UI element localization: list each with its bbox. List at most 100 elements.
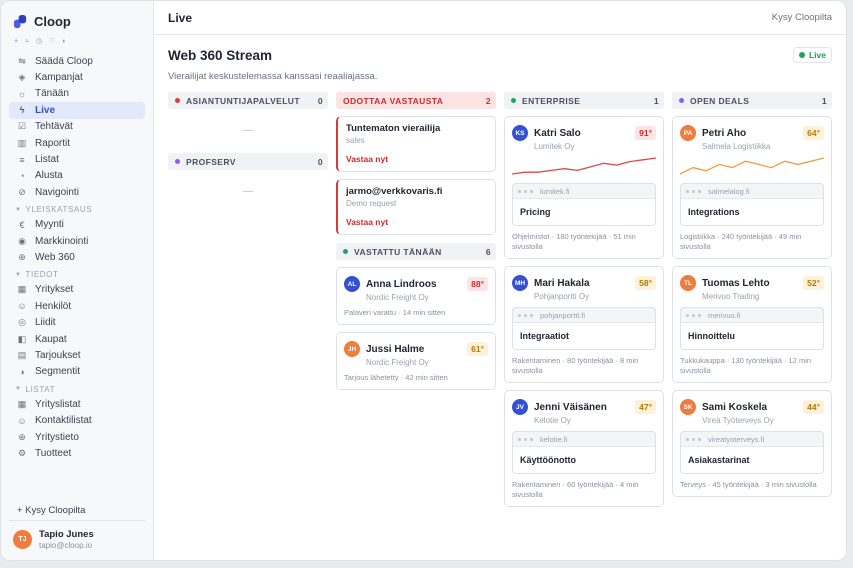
- visitor-card[interactable]: Tuntematon vierailija sales Vastaa nyt: [336, 116, 496, 172]
- company-info-icon: ⊕: [18, 431, 26, 442]
- chevron-down-icon: ▼: [15, 271, 22, 278]
- person-card[interactable]: TL Tuomas Lehto 52° Merivuo Trading merivuo.…: [672, 266, 832, 383]
- sidebar-item-kampanjat[interactable]: ◈ Kampanjat: [9, 69, 145, 85]
- avatar: TJ: [13, 530, 32, 549]
- site-url-bar: merivuo.fi: [681, 308, 823, 323]
- sparkline-line: [680, 157, 824, 175]
- person-card[interactable]: SK Sami Koskela 44° Vireä Työterveys Oy vire…: [672, 390, 832, 497]
- current-page: Pricing: [520, 207, 551, 217]
- avatar: AL: [344, 276, 360, 292]
- column-header-vastattu[interactable]: VASTATTU TÄNÄÄN 6: [336, 243, 496, 260]
- score-badge: 88°: [467, 277, 488, 291]
- sidebar-item-segmentit[interactable]: ◑ Segmentit: [9, 364, 145, 380]
- sidebar-section-listat[interactable]: ▼ LISTAT: [9, 382, 145, 396]
- sidebar-item-kaupat[interactable]: ◧ Kaupat: [9, 331, 145, 347]
- site-preview[interactable]: salmelalog.fi Integrations: [680, 183, 824, 226]
- status-dot-icon: [343, 249, 348, 254]
- sidebar-item-tänään[interactable]: ☼ Tänään: [9, 86, 145, 102]
- sidebar-item-web-360[interactable]: ⊕ Web 360: [9, 249, 145, 265]
- sidebar-section-title: LISTAT: [25, 384, 56, 394]
- sidebar-item-liidit[interactable]: ◎ Liidit: [9, 314, 145, 330]
- person-card[interactable]: KS Katri Salo 91° Lumitek Oy lumitek.fi Prici…: [504, 116, 664, 259]
- window-dot-icon: [524, 437, 527, 441]
- person-card[interactable]: JV Jenni Väisänen 47° Kelotie Oy kelotie.fi K…: [504, 390, 664, 507]
- quick-action-icon[interactable]: ◷: [36, 37, 42, 47]
- sidebar-item-live[interactable]: ϟ Live: [9, 102, 145, 119]
- user-profile[interactable]: TJ Tapio Junes tapio@cloop.io: [13, 529, 94, 550]
- quick-action-icon[interactable]: ♡: [49, 37, 55, 47]
- site-preview[interactable]: lumitek.fi Pricing: [512, 183, 656, 226]
- column-title: PROFSERV: [186, 156, 236, 167]
- sidebar-item-label: Henkilöt: [35, 300, 72, 312]
- person-name: Petri Aho: [702, 127, 747, 139]
- quick-action-icon[interactable]: ≈: [25, 37, 29, 47]
- lead-icon: ◎: [18, 317, 26, 328]
- sidebar-item-alusta[interactable]: ◔ Alusta: [9, 168, 145, 184]
- company-name: Nordic Freight Oy: [366, 293, 429, 302]
- person-card[interactable]: AL Anna Lindroos 88° Nordic Freight Oy Palav…: [336, 267, 496, 325]
- sidebar-item-markkinointi[interactable]: ◉ Markkinointi: [9, 233, 145, 249]
- person-card[interactable]: PA Petri Aho 64° Salmela Logistiikka salmela…: [672, 116, 832, 259]
- window-dot-icon: [686, 437, 689, 441]
- company-name: Merivuo Trading: [702, 292, 760, 301]
- ask-cloop-link[interactable]: Kysy Cloopilta: [772, 12, 832, 23]
- visit-meta: Logistiikka · 240 työntekijää · 49 min s…: [680, 232, 802, 251]
- sidebar-item-listat[interactable]: ≡ Listat: [9, 151, 145, 167]
- site-preview[interactable]: pohjanportti.fi Integraatiot: [512, 307, 656, 350]
- sidebar-item-tuotteet[interactable]: ⚙ Tuotteet: [9, 445, 145, 461]
- column-header[interactable]: ASIANTUNTIJAPALVELUT 0: [168, 92, 328, 109]
- sidebar-section-yleiskatsaus[interactable]: ▼ YLEISKATSAUS: [9, 203, 145, 217]
- site-preview[interactable]: kelotie.fi Käyttöönotto: [512, 431, 656, 474]
- site-url-bar: kelotie.fi: [513, 432, 655, 447]
- sidebar-item-label: Web 360: [35, 251, 75, 263]
- column-asiantuntijapalvelut: ASIANTUNTIJAPALVELUT 0 — PROFSERV 0 —: [168, 92, 328, 507]
- column-header[interactable]: ENTERPRISE 1: [504, 92, 664, 109]
- sidebar-item-tarjoukset[interactable]: ▤ Tarjoukset: [9, 347, 145, 363]
- ask-cloop-button[interactable]: + Kysy Cloopilta: [9, 504, 145, 518]
- sidebar-item-yritystieto[interactable]: ⊕ Yritystieto: [9, 429, 145, 445]
- sidebar-item-kontaktilistat[interactable]: ☺ Kontaktilistat: [9, 412, 145, 428]
- sidebar-item-säädä-cloop[interactable]: ⇋ Säädä Cloop: [9, 53, 145, 69]
- site-url-bar: salmelalog.fi: [681, 184, 823, 199]
- sidebar: Cloop + ≈ ◷ ♡ ◐ ⇋ Säädä Cloop ◈ Kampanjat ☼ Tänää…: [1, 1, 154, 560]
- site-preview[interactable]: merivuo.fi Hinnoittelu: [680, 307, 824, 350]
- visitor-card[interactable]: jarmo@verkkovaris.fi Demo request Vastaa n…: [336, 179, 496, 235]
- person-header: TL Tuomas Lehto 52°: [680, 275, 824, 291]
- score-badge: 44°: [803, 400, 824, 414]
- column-header[interactable]: OPEN DEALS 1: [672, 92, 832, 109]
- reply-now-link[interactable]: Vastaa nyt: [346, 217, 487, 227]
- sidebar-item-label: Säädä Cloop: [35, 55, 93, 67]
- euro-icon: €: [19, 219, 25, 230]
- reply-now-link[interactable]: Vastaa nyt: [346, 154, 487, 164]
- sidebar-section-tiedot[interactable]: ▼ TIEDOT: [9, 268, 145, 282]
- score-badge: 47°: [635, 400, 656, 414]
- user-email: tapio@cloop.io: [39, 541, 93, 550]
- sidebar-item-henkilöt[interactable]: ☺ Henkilöt: [9, 298, 145, 314]
- company-name: Pohjanportti Oy: [534, 292, 590, 301]
- person-name: Tuomas Lehto: [702, 277, 770, 289]
- column-header-profserv[interactable]: PROFSERV 0: [168, 153, 328, 170]
- status-dot-icon: [175, 159, 180, 164]
- visitor-source: Demo request: [346, 199, 397, 208]
- sidebar-item-label: Tarjoukset: [35, 349, 81, 361]
- sidebar-item-raportit[interactable]: ▥ Raportit: [9, 135, 145, 151]
- window-dot-icon: [698, 189, 701, 193]
- quick-action-icon[interactable]: +: [14, 37, 18, 47]
- sidebar-item-yritykset[interactable]: ▦ Yritykset: [9, 282, 145, 298]
- sidebar-item-myynti[interactable]: € Myynti: [9, 217, 145, 233]
- person-header: AL Anna Lindroos 88°: [344, 276, 488, 292]
- site-preview[interactable]: vireatyoterveys.fi Asiakastarinat: [680, 431, 824, 474]
- person-card[interactable]: MH Mari Hakala 58° Pohjanportti Oy pohjanpor…: [504, 266, 664, 383]
- globe-icon: ⊕: [18, 251, 26, 262]
- brand[interactable]: Cloop: [9, 11, 145, 31]
- sidebar-item-yrityslistat[interactable]: ▦ Yrityslistat: [9, 396, 145, 412]
- sidebar-item-label: Kontaktilistat: [35, 415, 92, 427]
- quick-action-icon[interactable]: ◐: [62, 37, 66, 47]
- sidebar-item-tehtävät[interactable]: ☑ Tehtävät: [9, 119, 145, 135]
- column-header[interactable]: ODOTTAA VASTAUSTA 2: [336, 92, 496, 109]
- sidebar-item-navigointi[interactable]: ⊘ Navigointi: [9, 184, 145, 200]
- person-card[interactable]: JH Jussi Halme 61° Nordic Freight Oy Tarjous…: [336, 332, 496, 390]
- window-dot-icon: [686, 189, 689, 193]
- score-badge: 64°: [803, 126, 824, 140]
- window-dot-icon: [692, 437, 695, 441]
